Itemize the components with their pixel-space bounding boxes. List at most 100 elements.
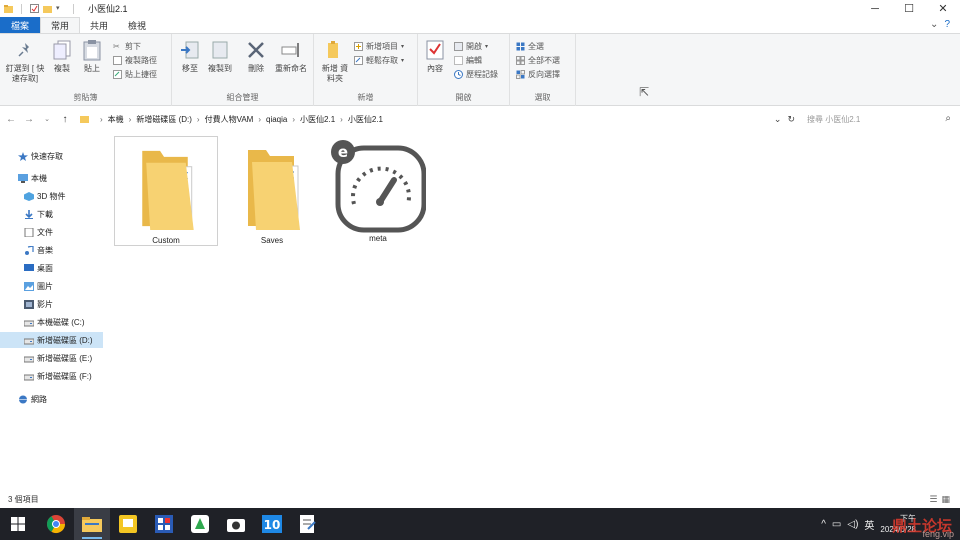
file-item-meta[interactable]: e meta bbox=[326, 136, 430, 246]
sidebar-item-8[interactable]: 圖片 bbox=[0, 278, 103, 294]
breadcrumb-qiaqia[interactable]: qiaqia bbox=[266, 115, 287, 124]
pin-quick-access-button[interactable]: 釘選到 [ 快速存取] bbox=[4, 39, 46, 84]
details-view-icon[interactable]: ☰ bbox=[929, 494, 937, 505]
sidebar-item-9[interactable]: 影片 bbox=[0, 296, 103, 312]
history-icon bbox=[454, 70, 463, 79]
sidebar-item-6[interactable]: 音樂 bbox=[0, 242, 103, 258]
address-actions: ⌄ ↻ bbox=[774, 111, 795, 127]
taskbar-file-explorer[interactable] bbox=[74, 508, 110, 540]
easy-access-button[interactable]: 輕鬆存取 ▾ bbox=[354, 55, 404, 66]
select-none-button[interactable]: 全部不選 bbox=[516, 55, 560, 66]
rename-button[interactable]: 重新命名 bbox=[272, 39, 310, 74]
input-language[interactable]: 英 bbox=[864, 517, 874, 532]
clipboard-group-label: 剪貼簿 bbox=[73, 93, 98, 102]
breadcrumb-parent-folder[interactable]: 小医仙2.1 bbox=[300, 114, 335, 125]
tab-share[interactable]: 共用 bbox=[80, 17, 118, 33]
sidebar-item-4[interactable]: 下載 bbox=[0, 206, 103, 222]
breadcrumb-drive-d[interactable]: 新增磁碟區 (D:) bbox=[136, 114, 192, 125]
rename-label: 重新命名 bbox=[275, 64, 307, 73]
move-to-label: 移至 bbox=[182, 64, 198, 73]
select-all-label: 全選 bbox=[528, 42, 544, 51]
new-folder-icon[interactable] bbox=[43, 4, 52, 13]
chevron-up-icon[interactable]: ^ bbox=[821, 519, 826, 530]
open-icon bbox=[454, 42, 463, 51]
open-button[interactable]: 開啟 ▾ bbox=[454, 41, 488, 52]
sidebar-item-11[interactable]: 新增磁碟區 (D:) bbox=[0, 332, 103, 348]
taskbar-chrome[interactable] bbox=[38, 508, 74, 540]
taskbar-app-10[interactable]: 10 bbox=[254, 508, 290, 540]
copy-path-button[interactable]: 複製路徑 bbox=[113, 55, 157, 66]
move-to-button[interactable]: 移至 bbox=[176, 39, 204, 74]
chevron-down-icon[interactable]: ⌄ bbox=[774, 114, 782, 125]
breadcrumb-vam[interactable]: 付費人物VAM bbox=[205, 114, 254, 125]
sidebar-item-7[interactable]: 桌面 bbox=[0, 260, 103, 276]
taskbar-app-grid[interactable] bbox=[146, 508, 182, 540]
taskbar-app-notepad[interactable] bbox=[290, 508, 326, 540]
file-item-saves[interactable]: Saves bbox=[220, 136, 324, 246]
refresh-icon[interactable]: ↻ bbox=[787, 114, 795, 125]
sidebar-item-14[interactable]: 網路 bbox=[0, 391, 103, 407]
large-icons-view-icon[interactable]: ▦ bbox=[941, 494, 950, 505]
paste-shortcut-button[interactable]: 貼上捷徑 bbox=[113, 69, 157, 80]
new-item-icon bbox=[354, 42, 363, 51]
select-all-icon bbox=[516, 42, 525, 51]
pin-icon bbox=[14, 39, 36, 61]
help-icon[interactable]: ? bbox=[944, 19, 950, 30]
properties-button[interactable]: 內容 bbox=[422, 39, 448, 74]
clipboard-icon bbox=[81, 39, 103, 61]
sidebar-item-1[interactable]: 快速存取 bbox=[0, 148, 103, 164]
copy-to-button[interactable]: 複製到 bbox=[204, 39, 236, 74]
select-all-button[interactable]: 全選 bbox=[516, 41, 544, 52]
new-item-button[interactable]: 新增項目 ▾ bbox=[354, 41, 404, 52]
tab-home[interactable]: 常用 bbox=[40, 17, 81, 33]
chevron-down-icon: ▾ bbox=[401, 58, 405, 64]
shortcut-icon bbox=[113, 70, 122, 79]
organize-group: 移至 複製到 刪除 重新命名 組合管理 bbox=[172, 34, 314, 106]
file-item-custom[interactable]: Custom bbox=[114, 136, 218, 246]
taskbar-app-camera[interactable] bbox=[218, 508, 254, 540]
address-bar[interactable]: › 本機 › 新增磁碟區 (D:) › 付費人物VAM › qiaqia › 小… bbox=[80, 111, 800, 127]
chevron-down-icon[interactable]: ⌄ bbox=[930, 19, 938, 30]
search-input[interactable]: 搜尋 小医仙2.1 ⌕ bbox=[801, 111, 955, 127]
delete-button[interactable]: 刪除 bbox=[242, 39, 270, 74]
sidebar-item-2[interactable]: 本機 bbox=[0, 170, 103, 186]
close-button[interactable]: ✕ bbox=[926, 0, 960, 17]
navigation-pane: 快速存取本機 3D 物件下載文件音樂桌面圖片影片本機磁碟 (C:) 新增磁碟區 (D… bbox=[0, 140, 103, 490]
back-arrow-icon[interactable]: ← bbox=[4, 114, 18, 125]
cut-button[interactable]: ✂ 剪下 bbox=[113, 41, 141, 52]
copy-button[interactable]: 複製 bbox=[50, 39, 74, 74]
sidebar-item-12[interactable]: 新增磁碟區 (E:) bbox=[0, 350, 103, 366]
taskbar-app-yellow[interactable] bbox=[110, 508, 146, 540]
network-icon[interactable]: ▭ bbox=[832, 519, 841, 530]
breadcrumb-this-pc[interactable]: 本機 bbox=[108, 114, 124, 125]
tab-view[interactable]: 檢視 bbox=[118, 17, 156, 33]
sidebar-item-5[interactable]: 文件 bbox=[0, 224, 103, 240]
minimize-button[interactable]: ─ bbox=[858, 0, 892, 17]
properties-icon[interactable] bbox=[30, 4, 39, 13]
start-button[interactable] bbox=[0, 508, 36, 540]
breadcrumb-current-folder[interactable]: 小医仙2.1 bbox=[348, 114, 383, 125]
invert-selection-button[interactable]: 反向選擇 bbox=[516, 69, 560, 80]
forward-arrow-icon[interactable]: → bbox=[22, 114, 36, 125]
mouse-cursor-icon: ⇱ bbox=[639, 85, 650, 99]
sidebar-item-13[interactable]: 新增磁碟區 (F:) bbox=[0, 368, 103, 384]
new-folder-label: 新增 資料夾 bbox=[321, 64, 349, 83]
history-button[interactable]: 歷程記錄 bbox=[454, 69, 498, 80]
taskbar-app-green[interactable] bbox=[182, 508, 218, 540]
ribbon-tabs: 檔案 常用 共用 檢視 ⌄ ? bbox=[0, 17, 960, 33]
edit-button[interactable]: 編輯 bbox=[454, 55, 482, 66]
chevron-down-icon[interactable]: ▾ bbox=[56, 4, 65, 13]
paste-button[interactable]: 貼上 bbox=[80, 39, 104, 74]
up-arrow-icon[interactable]: ↑ bbox=[58, 114, 72, 125]
sidebar-item-10[interactable]: 本機磁碟 (C:) bbox=[0, 314, 103, 330]
network-icon bbox=[18, 395, 28, 404]
volume-icon[interactable]: ◁) bbox=[847, 519, 858, 530]
new-folder-button[interactable]: 新增 資料夾 bbox=[318, 39, 352, 84]
recent-chevron-icon[interactable]: ⌄ bbox=[40, 115, 54, 123]
taskbar: 10 ^ ▭ ◁) 英 下午 2024/0/28 鼎土论坛 feng.vip bbox=[0, 508, 960, 540]
sidebar-item-3[interactable]: 3D 物件 bbox=[0, 188, 103, 204]
file-list: Custom Saves e meta bbox=[110, 130, 960, 490]
quick-access-toolbar: ▾ 小医仙2.1 bbox=[0, 2, 128, 15]
maximize-button[interactable]: ☐ bbox=[892, 0, 926, 17]
tab-file[interactable]: 檔案 bbox=[0, 17, 41, 33]
